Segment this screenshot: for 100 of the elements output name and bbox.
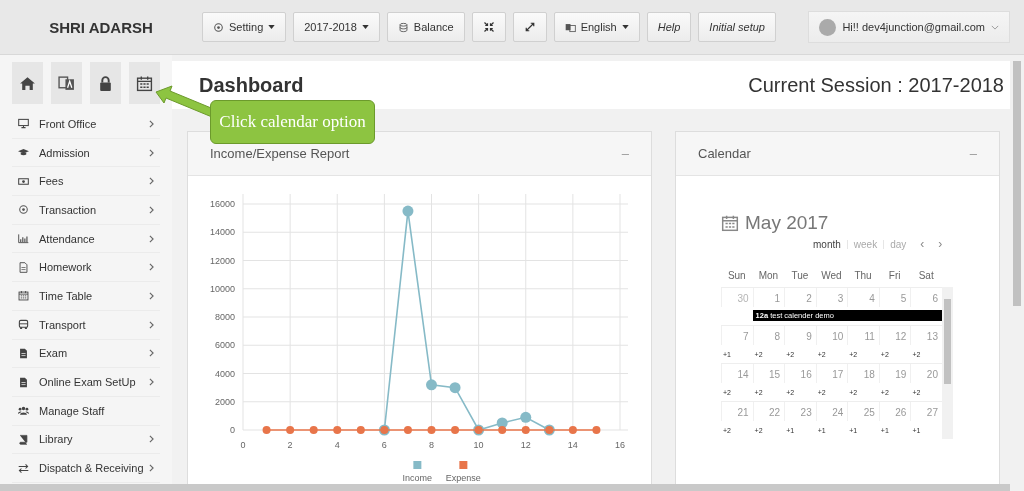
weekday-header: Mon <box>757 269 780 281</box>
money-icon <box>18 175 29 187</box>
translate-icon <box>58 74 75 92</box>
axis-tick-label: 16 <box>615 440 625 450</box>
axis-tick-label: 0 <box>230 425 235 435</box>
compress-button[interactable] <box>471 12 506 42</box>
page-title: Dashboard <box>199 73 304 97</box>
sidebar-item[interactable]: Fees <box>12 167 160 197</box>
data-point <box>427 426 436 434</box>
scrollbar[interactable] <box>0 484 1010 491</box>
axis-tick-label: 4000 <box>214 368 235 379</box>
weekday-header: Fri <box>887 269 902 281</box>
users-icon <box>18 405 29 417</box>
data-point <box>451 426 460 434</box>
legend-label: Expense <box>445 473 481 483</box>
data-point <box>521 426 530 434</box>
data-point <box>262 426 271 434</box>
calendar-icon <box>721 214 739 232</box>
panel-title: Calendar <box>698 146 752 161</box>
expand-icon <box>523 21 536 33</box>
axis-tick-label: 8000 <box>214 312 235 322</box>
axis-tick-label: 6 <box>381 440 387 450</box>
weekday-header: Sat <box>917 269 935 281</box>
weekday-header: Tue <box>790 269 810 281</box>
home-icon <box>19 74 36 92</box>
sidebar-item[interactable]: Manage Staff <box>12 396 160 426</box>
language-icon <box>564 21 576 33</box>
scrollbar[interactable] <box>942 287 953 439</box>
sidebar-item[interactable]: Dispatch & Receiving <box>12 454 160 483</box>
month-title: May 2017 <box>745 212 829 234</box>
avatar <box>819 18 837 36</box>
legend-label: Income <box>402 473 433 483</box>
toolbar-button[interactable]: Initial setup <box>698 12 776 42</box>
home-button[interactable] <box>12 62 43 104</box>
axis-tick-label: 8 <box>429 440 434 450</box>
axis-tick-label: 12 <box>520 440 531 450</box>
data-point <box>309 426 318 434</box>
sidebar-item[interactable]: Attendance <box>12 224 160 254</box>
axis-tick-label: 6000 <box>214 340 235 351</box>
data-point <box>592 426 601 434</box>
axis-tick-label: 2000 <box>214 396 235 407</box>
sidebar-item[interactable]: Exam <box>12 339 160 369</box>
toolbar-button[interactable]: Setting <box>202 12 287 42</box>
exchange-icon <box>18 462 29 474</box>
axis-tick-label: 14000 <box>209 227 235 238</box>
calendar-icon <box>136 74 153 92</box>
data-point <box>403 426 412 434</box>
sidebar-item[interactable]: Library <box>12 425 160 455</box>
user-menu[interactable]: Hi!! dev4junction@gmail.com <box>808 11 1010 43</box>
sidebar-item[interactable]: Time Table <box>12 282 160 311</box>
brand-name: SHRI ADARSH <box>48 18 154 36</box>
document-icon <box>18 261 29 273</box>
translate-button[interactable] <box>51 62 82 104</box>
next-button[interactable]: › <box>938 237 943 251</box>
data-point <box>333 426 342 434</box>
data-point <box>568 426 577 434</box>
view-tab[interactable]: month <box>813 238 841 250</box>
database-icon <box>397 21 409 33</box>
toolbar-button[interactable]: 2017-2018 <box>293 12 380 42</box>
toolbar-button[interactable]: English <box>553 12 640 42</box>
axis-tick-label: 0 <box>240 440 246 450</box>
callout: Click calendar option <box>210 100 375 144</box>
monitor-icon <box>18 118 29 130</box>
calendar-button[interactable] <box>129 62 160 104</box>
data-point <box>449 382 461 394</box>
chevron-down-icon <box>991 24 999 30</box>
weekday-header: Sun <box>726 269 747 281</box>
prev-button[interactable]: ‹ <box>920 237 925 251</box>
file-icon <box>18 376 29 388</box>
data-point <box>286 426 295 434</box>
sidebar-item[interactable]: Transport <box>12 310 160 340</box>
axis-tick-label: 16000 <box>209 199 235 209</box>
data-point <box>426 379 437 391</box>
bar-chart-icon <box>18 233 29 245</box>
sidebar-item[interactable]: Online Exam SetUp <box>12 368 160 397</box>
file-icon <box>18 347 29 359</box>
data-point <box>356 426 365 434</box>
sidebar-item[interactable]: Homework <box>12 253 160 283</box>
lock-button[interactable] <box>90 62 121 104</box>
toolbar-button[interactable]: Balance <box>386 12 465 42</box>
axis-tick-label: 14 <box>567 440 578 450</box>
toolbar-button[interactable]: Help <box>646 12 692 42</box>
axis-tick-label: 2 <box>287 440 293 450</box>
bus-icon <box>18 319 29 331</box>
session-label: Current Session : 2017-2018 <box>748 73 1004 97</box>
panel-title: Income/Expense Report <box>210 146 351 161</box>
axis-tick-label: 10 <box>473 440 484 450</box>
compress-icon <box>482 21 495 33</box>
data-point <box>520 411 532 423</box>
axis-tick-label: 10000 <box>209 283 235 294</box>
data-point <box>402 205 414 217</box>
calendar-icon <box>18 290 29 302</box>
axis-tick-label: 12000 <box>209 255 235 266</box>
sidebar-item[interactable]: Front Office <box>12 110 160 139</box>
lock-icon <box>97 74 114 92</box>
weekday-header: Thu <box>853 269 873 281</box>
sidebar-item[interactable]: Admission <box>12 138 160 168</box>
sidebar-item[interactable]: Transaction <box>12 196 160 225</box>
axis-tick-label: 4 <box>334 440 340 450</box>
weekday-header: Wed <box>820 269 843 281</box>
